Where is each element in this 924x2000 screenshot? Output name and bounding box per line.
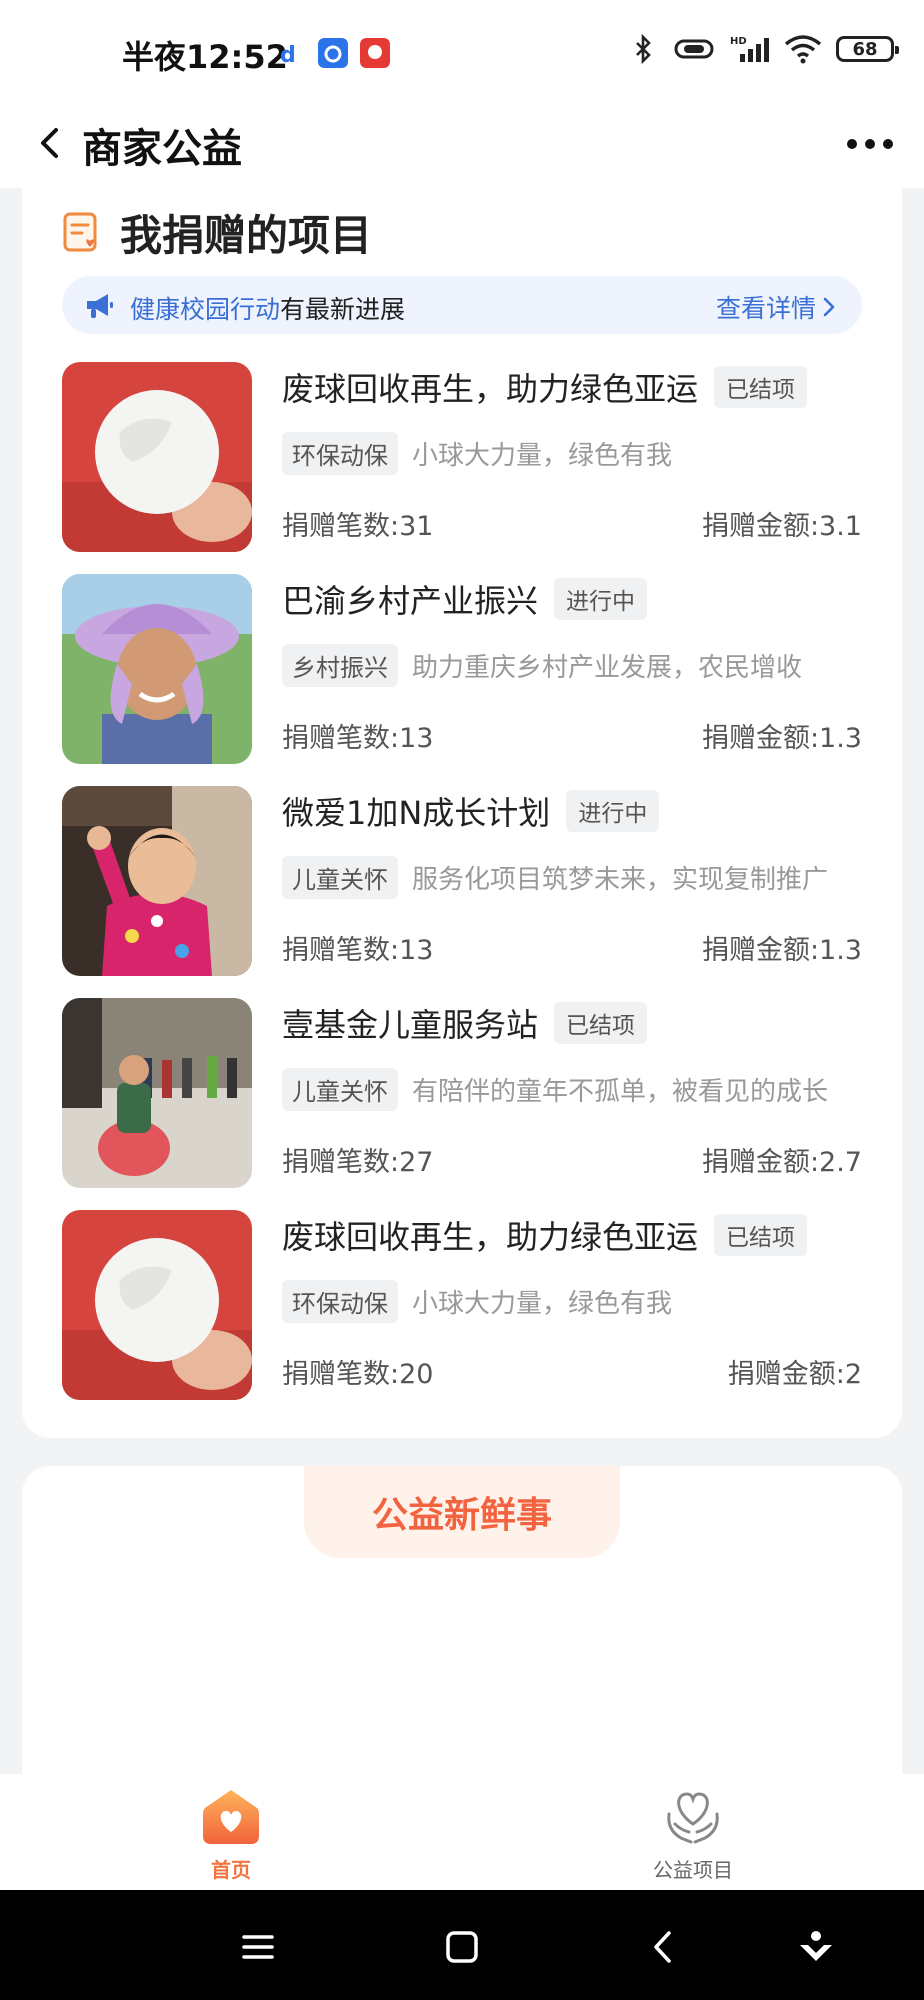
news-title: 公益新鲜事	[371, 1495, 552, 1536]
project-title: 微爱1加N成长计划	[282, 794, 551, 832]
tab-projects-label: 公益项目	[653, 1858, 733, 1882]
back-arrow-icon[interactable]	[644, 1927, 684, 1967]
project-item[interactable]: 微爱1加N成长计划 进行中 儿童关怀 服务化项目筑梦未来，实现复制推广 捐赠笔数…	[62, 786, 862, 976]
project-tag-row: 乡村振兴 助力重庆乡村产业发展，农民增收	[282, 644, 862, 687]
svg-text:d: d	[280, 43, 296, 68]
bottom-tab-bar: 首页 公益项目	[0, 1774, 924, 1890]
notice-text: 健康校园行动有最新进展	[130, 290, 405, 326]
project-title: 巴渝乡村产业振兴	[282, 582, 539, 620]
home-square-icon[interactable]	[442, 1927, 482, 1967]
donation-count: 捐赠笔数:20	[282, 1359, 434, 1390]
category-tag: 环保动保	[282, 1280, 398, 1323]
children-playing-image	[62, 998, 252, 1188]
status-time: 半夜12:52	[122, 38, 288, 76]
project-title: 废球回收再生，助力绿色亚运	[282, 1218, 699, 1256]
donated-projects-card: 我捐赠的项目 健康校园行动有最新进展 查看详情 废球回收再生，助力绿色亚运 已结…	[22, 188, 902, 1438]
donation-amount: 捐赠金额:2	[727, 1359, 862, 1390]
donation-count: 捐赠笔数:13	[282, 723, 434, 754]
project-title-row: 微爱1加N成长计划 进行中	[282, 788, 660, 834]
project-description: 小球大力量，绿色有我	[412, 1289, 673, 1319]
menu-icon[interactable]	[238, 1927, 278, 1967]
donation-count: 捐赠笔数:27	[282, 1147, 434, 1178]
project-title-row: 壹基金儿童服务站 已结项	[282, 1000, 648, 1046]
project-title: 壹基金儿童服务站	[282, 1006, 539, 1044]
home-heart-icon	[203, 1790, 259, 1844]
view-details-link[interactable]: 查看详情	[716, 289, 838, 325]
project-description: 服务化项目筑梦未来，实现复制推广	[412, 865, 829, 895]
category-tag: 儿童关怀	[282, 856, 398, 899]
elderly-woman-image	[62, 574, 252, 764]
notification-app-icon-2	[318, 38, 348, 68]
bluetooth-icon	[636, 34, 651, 64]
section-title: 我捐赠的项目	[120, 211, 373, 260]
charity-news-card: 公益新鲜事	[22, 1466, 902, 1786]
hands-heart-icon	[667, 1792, 719, 1844]
project-title-row: 废球回收再生，助力绿色亚运 已结项	[282, 1212, 808, 1258]
donation-count: 捐赠笔数:13	[282, 935, 434, 966]
status-badge: 已结项	[554, 1002, 648, 1044]
project-title-row: 废球回收再生，助力绿色亚运 已结项	[282, 364, 808, 410]
notice-suffix: 有最新进展	[280, 295, 406, 324]
notification-app-icon-3	[360, 38, 390, 68]
tab-projects[interactable]: 公益项目	[593, 1784, 793, 1884]
view-details-label: 查看详情	[715, 294, 816, 323]
battery-level: 68	[852, 38, 878, 60]
tab-home[interactable]: 首页	[131, 1784, 331, 1884]
assistant-icon[interactable]	[796, 1927, 836, 1967]
nav-bar: 商家公益	[0, 100, 924, 188]
donation-amount: 捐赠金额:2.7	[701, 1147, 862, 1178]
category-tag: 环保动保	[282, 432, 398, 475]
project-tag-row: 环保动保 小球大力量，绿色有我	[282, 432, 862, 475]
donation-amount: 捐赠金额:1.3	[701, 723, 862, 754]
donation-amount: 捐赠金额:3.1	[701, 511, 862, 542]
project-thumbnail	[62, 574, 252, 764]
donation-amount: 捐赠金额:1.3	[701, 935, 862, 966]
status-bar: 半夜12:52 d HD 68	[0, 0, 924, 100]
system-nav-bar	[0, 1890, 924, 2000]
project-tag-row: 儿童关怀 服务化项目筑梦未来，实现复制推广	[282, 856, 862, 899]
notice-project-link[interactable]: 健康校园行动	[130, 295, 280, 324]
project-thumbnail	[62, 998, 252, 1188]
hd-signal-icon: HD	[730, 36, 769, 62]
svg-text:HD: HD	[730, 36, 747, 47]
project-item[interactable]: 壹基金儿童服务站 已结项 儿童关怀 有陪伴的童年不孤单，被看见的成长 捐赠笔数:…	[62, 998, 862, 1188]
page-title: 商家公益	[82, 126, 242, 172]
project-thumbnail	[62, 1210, 252, 1400]
project-title-row: 巴渝乡村产业振兴 进行中	[282, 576, 648, 622]
more-dots-icon[interactable]	[842, 124, 898, 164]
project-tag-row: 环保动保 小球大力量，绿色有我	[282, 1280, 862, 1323]
project-thumbnail	[62, 786, 252, 976]
project-thumbnail	[62, 362, 252, 552]
battery-icon: 68	[836, 36, 899, 62]
section-header: 我捐赠的项目	[62, 202, 372, 263]
project-tag-row: 儿童关怀 有陪伴的童年不孤单，被看见的成长	[282, 1068, 862, 1111]
table-tennis-ball-image	[62, 1210, 252, 1400]
status-badge: 进行中	[566, 790, 660, 832]
project-description: 有陪伴的童年不孤单，被看见的成长	[412, 1077, 829, 1107]
wifi-icon	[784, 35, 822, 64]
child-waving-image	[62, 786, 252, 976]
project-title: 废球回收再生，助力绿色亚运	[282, 370, 699, 408]
news-header: 公益新鲜事	[304, 1466, 620, 1558]
document-heart-icon	[63, 212, 97, 251]
project-item[interactable]: 废球回收再生，助力绿色亚运 已结项 环保动保 小球大力量，绿色有我 捐赠笔数:2…	[62, 1210, 862, 1400]
donation-count: 捐赠笔数:31	[282, 511, 434, 542]
status-badge: 已结项	[714, 1214, 808, 1256]
progress-notice-banner[interactable]: 健康校园行动有最新进展 查看详情	[62, 276, 862, 334]
project-item[interactable]: 废球回收再生，助力绿色亚运 已结项 环保动保 小球大力量，绿色有我 捐赠笔数:3…	[62, 362, 862, 552]
tab-home-label: 首页	[211, 1858, 251, 1882]
table-tennis-ball-image	[62, 362, 252, 552]
status-badge: 进行中	[554, 578, 648, 620]
project-description: 小球大力量，绿色有我	[412, 441, 673, 471]
category-tag: 儿童关怀	[282, 1068, 398, 1111]
chevron-left-icon[interactable]	[26, 118, 76, 168]
chevron-right-icon	[823, 297, 835, 317]
notification-app-icon: d	[280, 43, 296, 68]
project-item[interactable]: 巴渝乡村产业振兴 进行中 乡村振兴 助力重庆乡村产业发展，农民增收 捐赠笔数:1…	[62, 574, 862, 764]
category-tag: 乡村振兴	[282, 644, 398, 687]
megaphone-icon	[87, 294, 113, 318]
status-badge: 已结项	[714, 366, 808, 408]
vibrate-icon	[674, 39, 714, 59]
project-description: 助力重庆乡村产业发展，农民增收	[412, 653, 803, 683]
